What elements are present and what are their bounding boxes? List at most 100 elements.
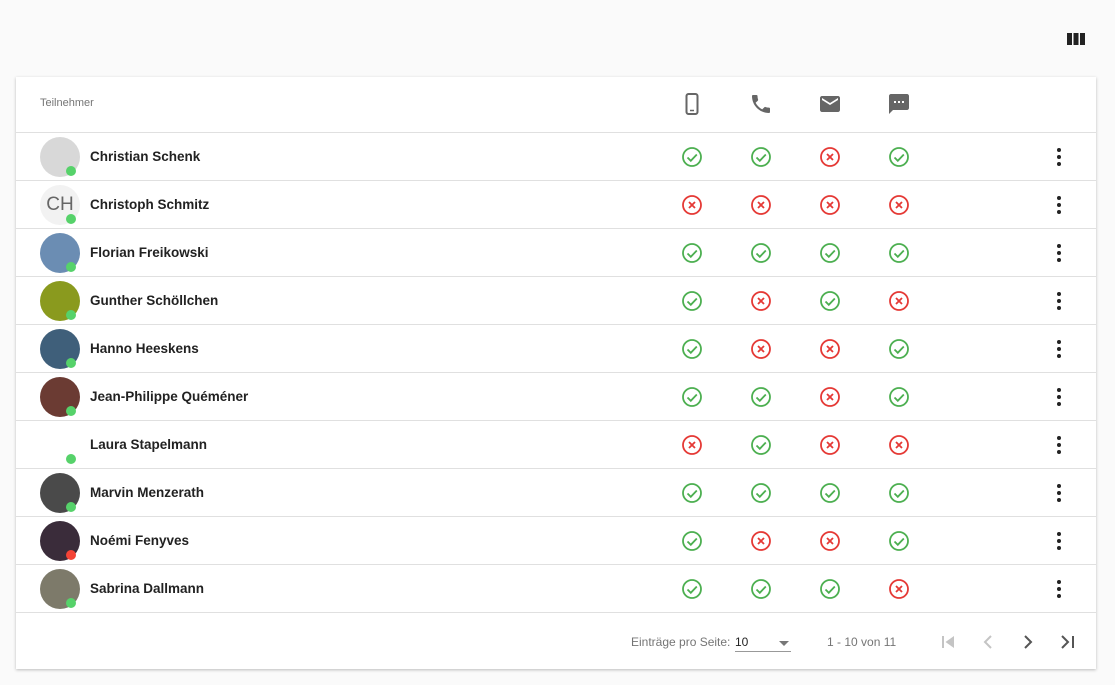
- participant-name: Hanno Heeskens: [90, 341, 199, 356]
- phone-icon: [749, 92, 773, 116]
- first-page-button[interactable]: [936, 630, 960, 654]
- table-body: Christian Schenk CH Christoph Schmitz Flori…: [16, 133, 1096, 613]
- presence-indicator: [66, 166, 76, 176]
- cancel-circle-icon: [819, 434, 841, 456]
- more-vert-icon[interactable]: [1052, 529, 1066, 553]
- more-vert-icon[interactable]: [1052, 289, 1066, 313]
- check-circle-icon: [750, 386, 772, 408]
- dropdown-arrow-icon: [779, 641, 789, 651]
- participant-name: Noémi Fenyves: [90, 533, 189, 548]
- table-row[interactable]: Sabrina Dallmann: [16, 565, 1096, 613]
- cancel-circle-icon: [750, 530, 772, 552]
- more-vert-icon[interactable]: [1052, 481, 1066, 505]
- per-page-label: Einträge pro Seite:: [631, 635, 730, 649]
- check-circle-icon: [681, 290, 703, 312]
- more-vert-icon[interactable]: [1052, 145, 1066, 169]
- presence-indicator: [66, 358, 76, 368]
- sms-icon: [887, 92, 911, 116]
- check-circle-icon: [888, 338, 910, 360]
- check-circle-icon: [681, 386, 703, 408]
- cancel-circle-icon: [888, 290, 910, 312]
- cancel-circle-icon: [819, 386, 841, 408]
- participant-name: Jean-Philippe Quéméner: [90, 389, 248, 404]
- presence-indicator: [66, 454, 76, 464]
- check-circle-icon: [888, 386, 910, 408]
- more-vert-icon[interactable]: [1052, 337, 1066, 361]
- table-header: Teilnehmer: [16, 77, 1096, 133]
- columns-toggle-button[interactable]: [1066, 31, 1086, 47]
- check-circle-icon: [819, 242, 841, 264]
- participant-name: Gunther Schöllchen: [90, 293, 218, 308]
- check-circle-icon: [750, 434, 772, 456]
- participant-name: Florian Freikowski: [90, 245, 209, 260]
- cancel-circle-icon: [750, 338, 772, 360]
- cancel-circle-icon: [819, 194, 841, 216]
- presence-indicator: [66, 598, 76, 608]
- per-page-value: 10: [735, 635, 748, 649]
- participants-table: Teilnehmer Christian Schenk CH Christoph S…: [16, 77, 1096, 669]
- table-row[interactable]: Noémi Fenyves: [16, 517, 1096, 565]
- check-circle-icon: [681, 146, 703, 168]
- check-circle-icon: [819, 578, 841, 600]
- presence-indicator: [66, 310, 76, 320]
- participant-name: Laura Stapelmann: [90, 437, 207, 452]
- check-circle-icon: [750, 146, 772, 168]
- check-circle-icon: [681, 530, 703, 552]
- check-circle-icon: [750, 578, 772, 600]
- cancel-circle-icon: [681, 194, 703, 216]
- table-row[interactable]: CH Christoph Schmitz: [16, 181, 1096, 229]
- more-vert-icon[interactable]: [1052, 433, 1066, 457]
- next-page-button[interactable]: [1016, 630, 1040, 654]
- page-range: 1 - 10 von 11: [827, 635, 896, 649]
- more-vert-icon[interactable]: [1052, 241, 1066, 265]
- check-circle-icon: [750, 242, 772, 264]
- cancel-circle-icon: [888, 578, 910, 600]
- cancel-circle-icon: [888, 194, 910, 216]
- check-circle-icon: [888, 530, 910, 552]
- presence-indicator: [66, 502, 76, 512]
- check-circle-icon: [819, 482, 841, 504]
- cancel-circle-icon: [681, 434, 703, 456]
- check-circle-icon: [888, 242, 910, 264]
- more-vert-icon[interactable]: [1052, 577, 1066, 601]
- table-row[interactable]: Gunther Schöllchen: [16, 277, 1096, 325]
- presence-indicator: [66, 550, 76, 560]
- more-vert-icon[interactable]: [1052, 385, 1066, 409]
- view-column-icon: [1066, 31, 1086, 47]
- cancel-circle-icon: [819, 530, 841, 552]
- check-circle-icon: [888, 482, 910, 504]
- mobile-icon: [680, 92, 704, 116]
- table-row[interactable]: Laura Stapelmann: [16, 421, 1096, 469]
- participant-name: Sabrina Dallmann: [90, 581, 204, 596]
- participant-name: Marvin Menzerath: [90, 485, 204, 500]
- check-circle-icon: [819, 290, 841, 312]
- presence-indicator: [66, 262, 76, 272]
- cancel-circle-icon: [750, 290, 772, 312]
- table-row[interactable]: Hanno Heeskens: [16, 325, 1096, 373]
- avatar-initials: CH: [46, 194, 73, 216]
- paginator: Einträge pro Seite: 10 1 - 10 von 11: [16, 614, 1096, 669]
- participant-name: Christoph Schmitz: [90, 197, 209, 212]
- cancel-circle-icon: [888, 434, 910, 456]
- check-circle-icon: [888, 146, 910, 168]
- table-row[interactable]: Florian Freikowski: [16, 229, 1096, 277]
- per-page-select[interactable]: 10: [735, 630, 791, 652]
- check-circle-icon: [681, 338, 703, 360]
- email-icon: [818, 92, 842, 116]
- more-vert-icon[interactable]: [1052, 193, 1066, 217]
- table-row[interactable]: Jean-Philippe Quéméner: [16, 373, 1096, 421]
- previous-page-button[interactable]: [976, 630, 1000, 654]
- table-row[interactable]: Christian Schenk: [16, 133, 1096, 181]
- column-header-participant: Teilnehmer: [40, 97, 94, 109]
- cancel-circle-icon: [819, 146, 841, 168]
- participant-name: Christian Schenk: [90, 149, 200, 164]
- cancel-circle-icon: [819, 338, 841, 360]
- presence-indicator: [66, 214, 76, 224]
- table-row[interactable]: Marvin Menzerath: [16, 469, 1096, 517]
- check-circle-icon: [750, 482, 772, 504]
- check-circle-icon: [681, 482, 703, 504]
- check-circle-icon: [681, 242, 703, 264]
- presence-indicator: [66, 406, 76, 416]
- check-circle-icon: [681, 578, 703, 600]
- last-page-button[interactable]: [1056, 630, 1080, 654]
